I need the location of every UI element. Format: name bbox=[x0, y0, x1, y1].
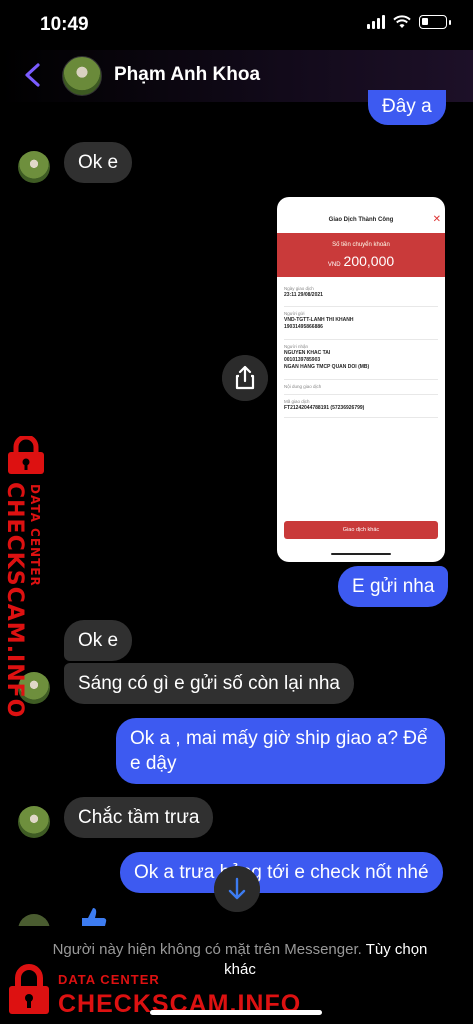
share-icon[interactable] bbox=[222, 355, 268, 401]
message-incoming[interactable]: Ok e bbox=[64, 620, 133, 661]
watermark-data-center: DATA CENTER bbox=[28, 484, 42, 587]
receipt-content-label: Nội dung giao dịch bbox=[284, 384, 322, 389]
receipt-amount-band: Số tiền chuyển khoản VND 200,000 bbox=[277, 233, 445, 277]
back-icon[interactable] bbox=[18, 60, 48, 90]
unavailable-text: Người này hiện không có mặt trên Messeng… bbox=[52, 941, 362, 958]
sender-avatar bbox=[18, 806, 50, 838]
receipt-sender-name: VND-TGTT-LANH THI KHANH bbox=[284, 317, 354, 323]
receipt-code-value: FT21242044788191 (57236926799) bbox=[284, 405, 365, 411]
receipt-receiver-bank: NGAN HANG TMCP QUAN DOI (MB) bbox=[284, 364, 370, 370]
message-incoming[interactable]: Sáng có gì e gửi số còn lại nha bbox=[64, 663, 355, 704]
receipt-date-row: Ngày giao dịch 23:11 29/08/2021 bbox=[284, 285, 438, 307]
contact-name[interactable]: Phạm Anh Khoa bbox=[114, 64, 260, 86]
watermark-vertical: DATA CENTER CHECKSCAM.INFO bbox=[0, 432, 56, 718]
message-outgoing[interactable]: Ok a trưa hỏng tới e check nốt nhé bbox=[120, 852, 443, 893]
receipt-code-label: Mã giao dịch bbox=[284, 399, 310, 404]
receipt-receiver-row: Người nhận NGUYEN KHAC TAI 0010139785903… bbox=[284, 343, 438, 380]
receipt-code-row: Mã giao dịch FT21242044788191 (572369267… bbox=[284, 398, 438, 418]
battery-tip bbox=[449, 19, 451, 25]
message-line: e dậy bbox=[130, 753, 177, 774]
receipt-amount: VND 200,000 bbox=[277, 253, 445, 269]
message-outgoing[interactable]: Đây a bbox=[368, 90, 446, 125]
receipt-home-indicator bbox=[331, 553, 391, 555]
watermark-data-center: DATA CENTER bbox=[58, 972, 160, 987]
receipt-amount-value: 200,000 bbox=[343, 253, 395, 269]
lock-icon bbox=[9, 964, 49, 1014]
receipt-content-row: Nội dung giao dịch bbox=[284, 383, 438, 395]
message-incoming[interactable]: Ok e bbox=[64, 142, 133, 183]
receipt-sender-row: Người gửi VND-TGTT-LANH THI KHANH 190314… bbox=[284, 310, 438, 340]
wifi-icon bbox=[393, 15, 411, 28]
lock-icon bbox=[8, 436, 44, 474]
watermark-site: CHECKSCAM.INFO bbox=[2, 482, 27, 719]
status-icons bbox=[367, 15, 451, 29]
receipt-date-label: Ngày giao dịch bbox=[284, 286, 314, 291]
receipt-receiver-name: NGUYEN KHAC TAI bbox=[284, 350, 331, 356]
sender-avatar bbox=[18, 151, 50, 183]
status-time: 10:49 bbox=[40, 14, 89, 35]
scroll-down-icon[interactable] bbox=[214, 866, 260, 912]
receipt-title: Giao Dịch Thành Công bbox=[328, 217, 394, 223]
receipt-sender-account: 19031495866886 bbox=[284, 324, 323, 330]
message-outgoing[interactable]: Ok a , mai mấy giờ ship giao a? Để e dậy bbox=[116, 718, 445, 784]
battery-icon bbox=[419, 15, 447, 29]
message-incoming[interactable]: Chắc tầm trưa bbox=[64, 797, 214, 838]
status-bar: 10:49 bbox=[0, 0, 473, 50]
home-indicator bbox=[150, 1010, 322, 1015]
signal-icon bbox=[367, 15, 385, 29]
message-line: Ok a , mai mấy giờ ship giao a? Để bbox=[130, 728, 428, 749]
contact-avatar[interactable] bbox=[62, 56, 102, 96]
message-outgoing[interactable]: E gửi nha bbox=[338, 566, 449, 607]
receipt-sender-label: Người gửi bbox=[284, 311, 305, 316]
receipt-date-value: 23:11 29/08/2021 bbox=[284, 292, 323, 298]
receipt-other-transaction-button: Giao dịch khác bbox=[284, 521, 438, 539]
receipt-receiver-account: 0010139785903 bbox=[284, 357, 321, 363]
receipt-receiver-label: Người nhận bbox=[284, 344, 308, 349]
receipt-currency: VND bbox=[327, 262, 341, 268]
close-icon: ✕ bbox=[432, 214, 441, 225]
transfer-receipt-image[interactable]: Giao Dịch Thành Công ✕ Số tiền chuyển kh… bbox=[277, 197, 445, 562]
receipt-amount-label: Số tiền chuyển khoản bbox=[332, 242, 390, 248]
